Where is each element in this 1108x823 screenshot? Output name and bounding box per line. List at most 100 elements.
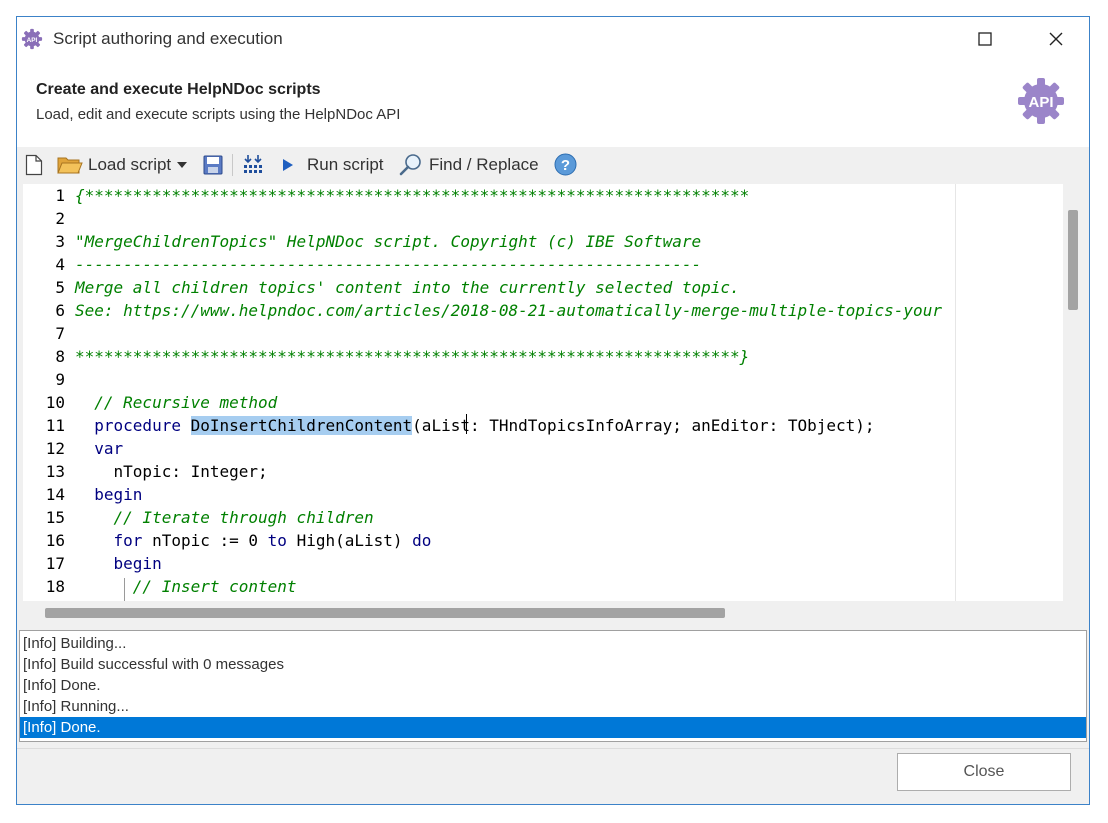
find-replace-button[interactable]: Find / Replace xyxy=(399,147,539,182)
code-line[interactable]: begin xyxy=(75,552,162,575)
run-script-button[interactable]: Run script xyxy=(281,147,384,182)
line-number: 2 xyxy=(55,209,65,228)
line-number: 4 xyxy=(55,255,65,274)
line-number: 13 xyxy=(45,462,65,481)
code-line[interactable]: var xyxy=(75,437,123,460)
code-keyword: begin xyxy=(113,554,162,573)
log-entry[interactable]: [Info] Done. xyxy=(20,717,1086,738)
log-entry[interactable]: [Info] Building... xyxy=(20,633,1086,654)
code-line[interactable]: begin xyxy=(75,483,142,506)
code-line[interactable]: ----------------------------------------… xyxy=(75,253,701,276)
code-comment: "MergeChildrenTopics" HelpNDoc script. C… xyxy=(75,232,702,251)
line-number-gutter: 1 2 3 4 5 6 7 8 9 10 11 12 13 14 15 16 17 18 xyxy=(23,184,69,601)
new-script-button[interactable] xyxy=(25,147,43,182)
vertical-scrollbar[interactable] xyxy=(1063,184,1083,601)
load-script-button[interactable]: Load script xyxy=(57,147,188,182)
new-file-icon xyxy=(25,154,43,175)
line-number: 18 xyxy=(45,577,65,596)
help-icon: ? xyxy=(554,153,577,176)
code-line[interactable]: // Insert content xyxy=(75,575,297,598)
selected-text: DoInsertChildrenContent xyxy=(190,416,413,435)
line-number: 16 xyxy=(45,531,65,550)
title-bar: API Script authoring and execution xyxy=(17,17,1089,61)
code-line[interactable]: nTopic: Integer; xyxy=(75,460,268,483)
toolbar: Load script Run script Find / Replace ? xyxy=(17,147,1089,182)
code-text: High(aList) xyxy=(286,531,413,550)
save-script-button[interactable] xyxy=(203,147,223,182)
code-line[interactable]: ****************************************… xyxy=(75,345,749,368)
run-script-label: Run script xyxy=(307,154,384,174)
code-line[interactable]: // Iterate through children xyxy=(75,506,374,529)
save-icon xyxy=(203,155,223,174)
code-line[interactable]: for nTopic := 0 to High(aList) do xyxy=(75,529,432,552)
code-keyword: procedure xyxy=(94,416,181,435)
maximize-button[interactable] xyxy=(962,17,1008,61)
output-log[interactable]: [Info] Building... [Info] Build successfu… xyxy=(19,630,1087,742)
line-number: 11 xyxy=(45,416,65,435)
line-number: 9 xyxy=(55,370,65,389)
code-line[interactable]: {***************************************… xyxy=(75,184,749,207)
dialog-header: Create and execute HelpNDoc scripts Load… xyxy=(17,61,1089,147)
code-comment: See: https://www.helpndoc.com/articles/2… xyxy=(75,301,942,320)
vertical-scroll-thumb[interactable] xyxy=(1068,210,1078,310)
code-text: (aList: THndTopicsInfoArray; anEditor: T… xyxy=(412,416,875,435)
text-caret xyxy=(466,414,467,434)
script-dialog: API Script authoring and execution Creat… xyxy=(16,16,1090,805)
horizontal-scrollbar[interactable] xyxy=(23,601,1063,621)
code-keyword: to xyxy=(267,531,287,550)
line-number: 17 xyxy=(45,554,65,573)
header-subtitle: Load, edit and execute scripts using the… xyxy=(36,106,401,123)
line-number: 5 xyxy=(55,278,65,297)
header-title: Create and execute HelpNDoc scripts xyxy=(36,81,321,98)
code-keyword: do xyxy=(412,531,432,550)
footer-divider xyxy=(17,748,1089,749)
find-replace-label: Find / Replace xyxy=(429,154,539,174)
horizontal-scroll-thumb[interactable] xyxy=(45,608,725,618)
code-keyword: var xyxy=(94,439,124,458)
close-window-button[interactable] xyxy=(1033,17,1079,61)
magnifier-icon xyxy=(399,153,421,175)
window-title: Script authoring and execution xyxy=(53,29,283,48)
code-keyword: for xyxy=(113,531,143,550)
code-comment: // Iterate through children xyxy=(113,508,374,527)
svg-text:API: API xyxy=(27,37,38,44)
right-margin-line xyxy=(955,184,956,601)
help-button[interactable]: ? xyxy=(554,147,577,182)
chevron-down-icon xyxy=(177,161,188,168)
log-entry[interactable]: [Info] Done. xyxy=(20,675,1086,696)
api-gear-icon: API xyxy=(21,28,43,50)
close-icon xyxy=(1049,32,1063,46)
help-glyph: ? xyxy=(561,157,570,174)
log-entry[interactable]: [Info] Build successful with 0 messages xyxy=(20,654,1086,675)
indent-guide xyxy=(124,578,125,601)
line-number: 12 xyxy=(45,439,65,458)
code-keyword: begin xyxy=(94,485,143,504)
code-editor[interactable]: 1 2 3 4 5 6 7 8 9 10 11 12 13 14 15 16 17 18 {***********… xyxy=(23,184,1063,601)
line-number: 10 xyxy=(45,393,65,412)
code-text: nTopic: Integer; xyxy=(75,462,268,481)
code-comment: // Insert content xyxy=(132,577,297,596)
close-button[interactable]: Close xyxy=(897,753,1071,791)
code-line[interactable]: procedure DoInsertChildrenContent(aList:… xyxy=(75,414,875,437)
code-line[interactable]: "MergeChildrenTopics" HelpNDoc script. C… xyxy=(75,230,701,253)
api-icon-label: API xyxy=(1028,94,1053,111)
load-script-label: Load script xyxy=(88,154,172,174)
log-entry[interactable]: [Info] Running... xyxy=(20,696,1086,717)
code-line[interactable]: Merge all children topics' content into … xyxy=(75,276,740,299)
code-comment: ****************************************… xyxy=(75,347,750,366)
play-icon xyxy=(283,158,293,171)
build-script-button[interactable] xyxy=(242,147,266,182)
line-number: 6 xyxy=(55,301,65,320)
code-text: nTopic := 0 xyxy=(142,531,268,550)
code-line[interactable]: See: https://www.helpndoc.com/articles/2… xyxy=(75,299,942,322)
code-line[interactable]: // Recursive method xyxy=(75,391,277,414)
code-comment: // Recursive method xyxy=(94,393,278,412)
